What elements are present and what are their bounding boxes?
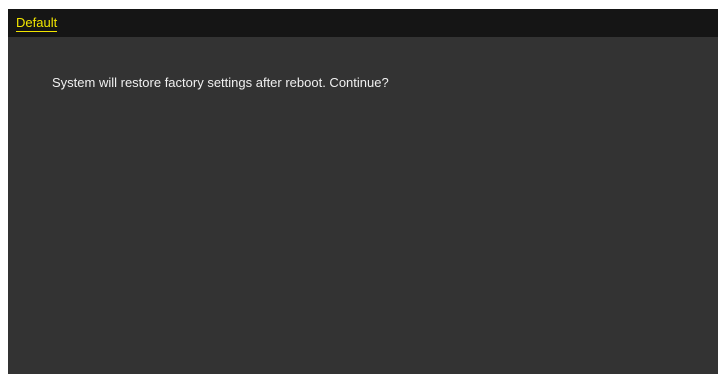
default-dialog: Default System will restore factory sett… — [8, 9, 718, 374]
dialog-title: Default — [16, 15, 58, 32]
dialog-title-bar: Default — [8, 9, 718, 37]
confirmation-message: System will restore factory settings aft… — [52, 75, 389, 90]
